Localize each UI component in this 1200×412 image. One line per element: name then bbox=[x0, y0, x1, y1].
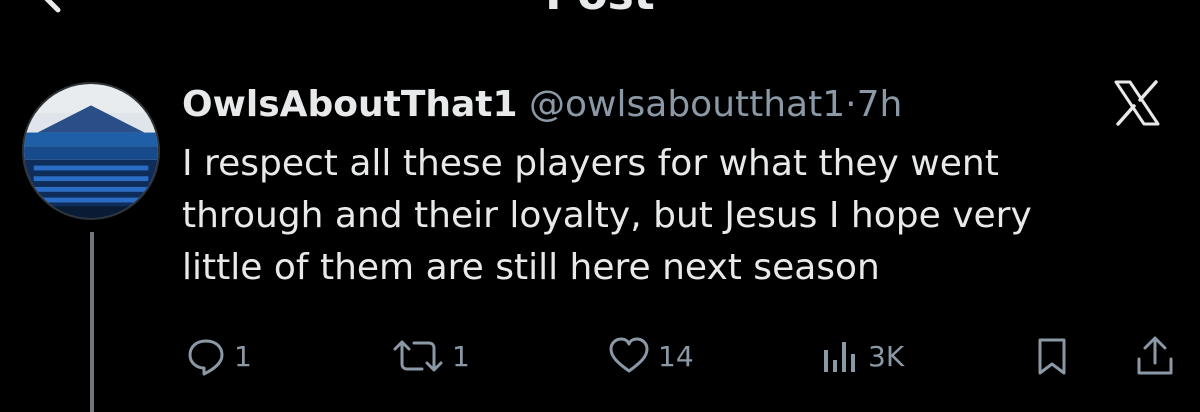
like-count: 14 bbox=[658, 339, 694, 373]
separator-dot: · bbox=[845, 84, 857, 125]
reply-button[interactable]: 1 bbox=[186, 334, 252, 378]
tweet-header: OwlsAboutThat1 @owlsaboutthat1·7h bbox=[182, 80, 902, 130]
top-bar: Post bbox=[0, 0, 1200, 30]
heart-icon bbox=[609, 337, 649, 373]
views-button[interactable]: 3K bbox=[820, 334, 904, 378]
timestamp[interactable]: 7h bbox=[857, 84, 903, 125]
bookmark-icon bbox=[1038, 338, 1066, 375]
share-icon bbox=[1137, 336, 1173, 375]
reply-icon bbox=[188, 339, 224, 376]
action-bar: 1 1 14 3K bbox=[0, 334, 1200, 378]
like-button[interactable]: 14 bbox=[608, 334, 694, 378]
thread-line bbox=[90, 232, 94, 412]
repost-count: 1 bbox=[452, 339, 470, 373]
repost-icon bbox=[393, 340, 443, 372]
views-icon bbox=[824, 342, 855, 372]
repost-button[interactable]: 1 bbox=[392, 334, 470, 378]
page-title: Post bbox=[0, 0, 1200, 20]
views-count: 3K bbox=[868, 339, 905, 373]
display-name[interactable]: OwlsAboutThat1 bbox=[182, 84, 518, 125]
reply-count: 1 bbox=[234, 339, 252, 373]
share-button[interactable] bbox=[1134, 334, 1176, 378]
tweet-text: I respect all these players for what the… bbox=[182, 143, 1032, 288]
x-logo-icon bbox=[1114, 80, 1160, 126]
avatar[interactable] bbox=[22, 82, 160, 220]
handle[interactable]: @owlsaboutthat1 bbox=[529, 84, 845, 125]
more-dots-icon[interactable] bbox=[1092, 0, 1152, 12]
stadium-avatar-image bbox=[24, 84, 158, 218]
bookmark-button[interactable] bbox=[1032, 334, 1072, 378]
